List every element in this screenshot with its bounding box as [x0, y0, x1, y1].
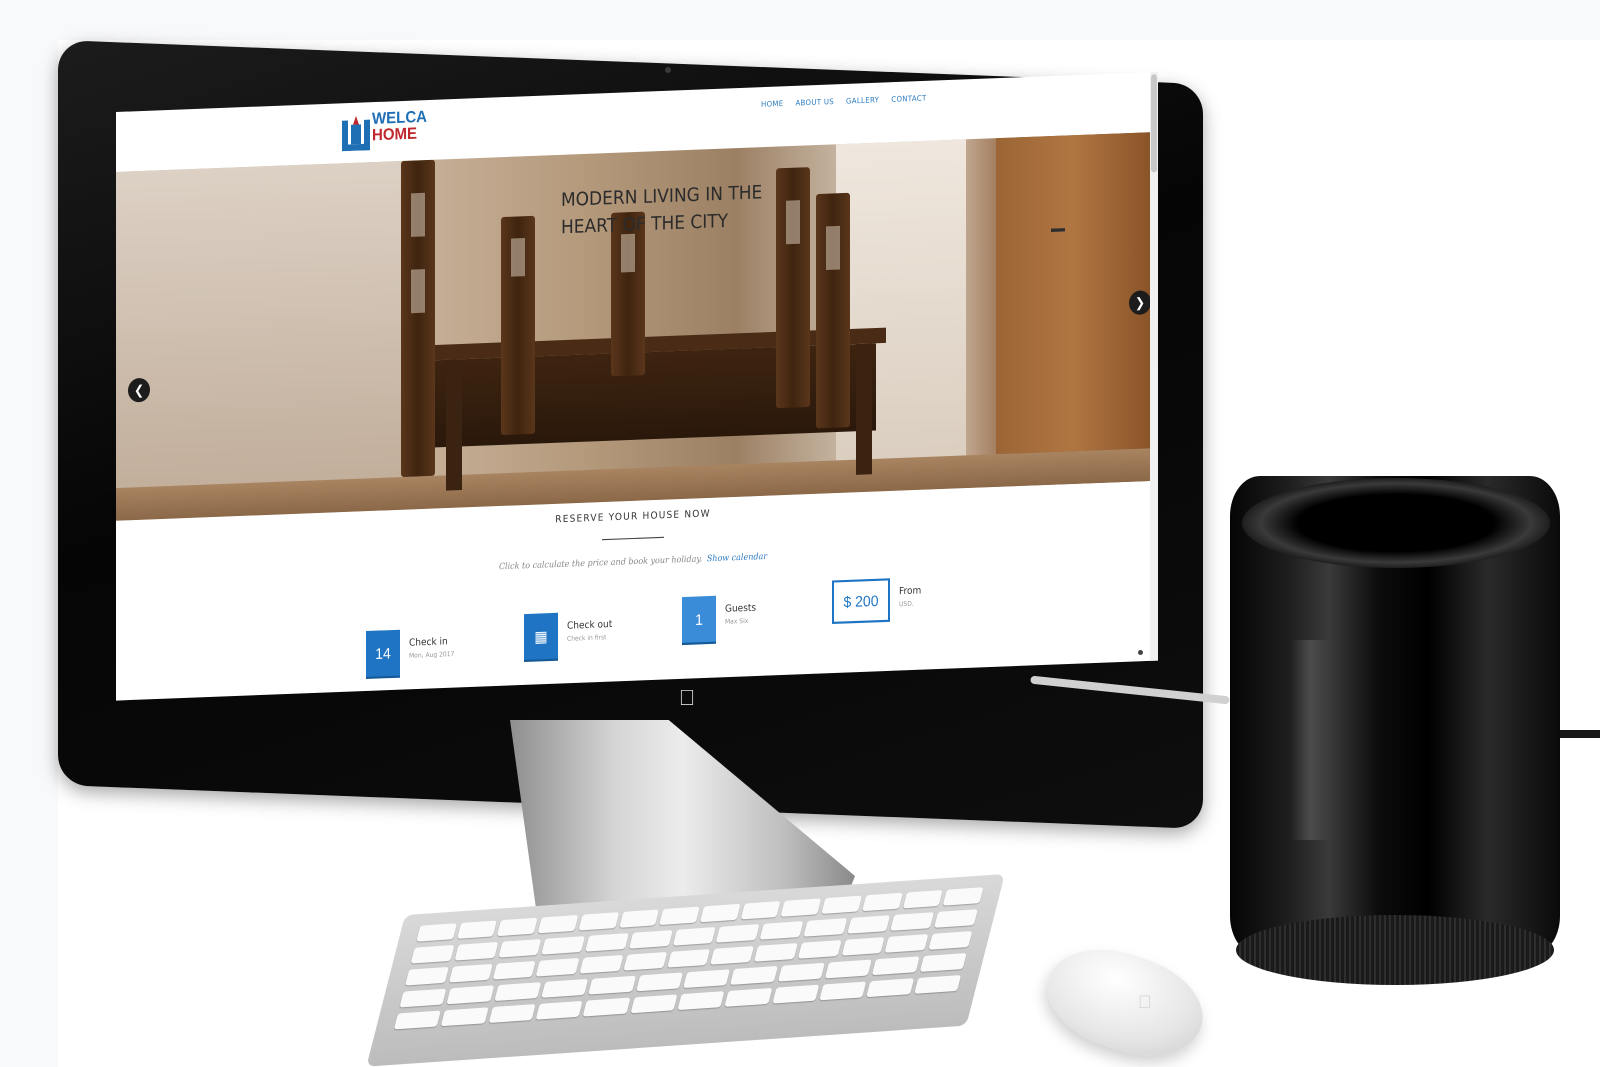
- nav-about-us[interactable]: ABOUT US: [795, 97, 834, 107]
- price-from-label: From: [899, 585, 922, 598]
- scrollbar-thumb[interactable]: [1151, 74, 1157, 173]
- nav-gallery[interactable]: GALLERY: [846, 96, 879, 106]
- guests-hint: Max Six: [725, 617, 749, 626]
- apple-logo-icon: : [676, 686, 698, 710]
- house-logo-icon: [342, 115, 370, 152]
- hero-photo-chair: [401, 159, 435, 478]
- main-nav: HOME ABOUT US GALLERY CONTACT: [761, 94, 927, 109]
- apple-logo-icon: : [1138, 992, 1152, 1013]
- price-box: $ 200: [832, 578, 890, 625]
- chevron-left-icon: ❮: [133, 382, 145, 398]
- chevron-right-icon: ❯: [1134, 294, 1146, 311]
- nav-contact[interactable]: CONTACT: [891, 94, 926, 104]
- keyboard: [366, 873, 1005, 1067]
- booking-widget: 14 Check in Mon, Aug 2017 ▦ Check out Ch…: [366, 578, 926, 677]
- guests-field[interactable]: 1 Guests Max Six: [682, 594, 756, 647]
- mac-pro-top-vent: [1242, 478, 1550, 568]
- website-screen: WELCA HOME HOME ABOUT US GALLERY CONTACT: [116, 71, 1158, 701]
- hero-photo-wall: [116, 160, 416, 521]
- site-logo[interactable]: WELCA HOME: [342, 108, 432, 154]
- mouse: [1034, 932, 1216, 1067]
- carousel-next-button[interactable]: ❯: [1129, 290, 1150, 316]
- hero-photo-chair: [501, 215, 535, 436]
- hero-photo-chair: [816, 192, 850, 429]
- scrollbar[interactable]: [1150, 71, 1158, 661]
- mac-pro-reflection: [1290, 640, 1330, 840]
- check-out-label: Check out: [567, 619, 613, 633]
- logo-text-home: HOME: [372, 124, 417, 145]
- calendar-icon: ▦: [524, 612, 558, 660]
- hero-photo-table-leg: [446, 359, 462, 491]
- check-in-day-box: 14: [366, 629, 400, 677]
- hero-photo-door-handle: [1051, 228, 1065, 232]
- background-band: [0, 0, 58, 1067]
- show-calendar-link[interactable]: Show calendar: [707, 551, 767, 563]
- nav-home[interactable]: HOME: [761, 99, 783, 109]
- divider: [602, 536, 664, 541]
- price-field[interactable]: $ 200 From USD.: [832, 577, 921, 631]
- monitor-camera: [665, 67, 671, 73]
- hero-title: MODERN LIVING IN THE HEART OF THE CITY: [561, 178, 821, 242]
- product-photo-stage: WELCA HOME HOME ABOUT US GALLERY CONTACT: [0, 0, 1600, 1067]
- monitor-power-led: [1138, 650, 1143, 655]
- price-currency: USD.: [899, 600, 914, 609]
- check-in-date: Mon, Aug 2017: [409, 650, 455, 660]
- guests-count-box: 1: [682, 595, 716, 643]
- check-out-hint: Check in first: [567, 633, 607, 643]
- mac-pro-base-vent: [1236, 915, 1554, 985]
- check-in-label: Check in: [409, 636, 448, 650]
- check-out-field[interactable]: ▦ Check out Check in first: [524, 611, 612, 665]
- hero-carousel: MODERN LIVING IN THE HEART OF THE CITY ❮…: [116, 132, 1150, 521]
- guests-label: Guests: [725, 602, 757, 616]
- hero-photo-table-leg: [856, 343, 872, 475]
- hero-photo-door: [996, 132, 1150, 455]
- background-band: [0, 0, 1600, 40]
- reserve-subtitle: Click to calculate the price and book yo…: [498, 553, 703, 572]
- check-in-field[interactable]: 14 Check in Mon, Aug 2017: [366, 628, 454, 682]
